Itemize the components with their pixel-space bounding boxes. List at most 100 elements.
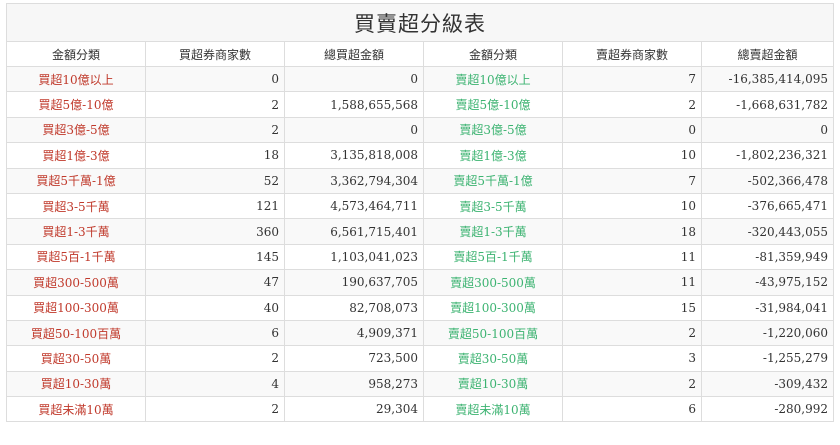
buy-broker-count-cell: 0 [145, 65, 285, 93]
buy-broker-count-cell: 145 [145, 243, 285, 271]
table-row: 買超300-500萬 47 190,637,705 賣超300-500萬 11 -43,9… [6, 269, 835, 296]
buy-total-cell: 4,573,464,711 [284, 192, 424, 220]
buy-broker-count-cell: 47 [145, 269, 285, 296]
sell-category-cell: 賣超3-5千萬 [423, 192, 563, 220]
buy-broker-count-cell: 2 [145, 396, 285, 423]
buy-total-cell: 190,637,705 [284, 269, 424, 296]
sell-broker-count-cell: 3 [562, 345, 702, 372]
sell-category-cell: 賣超30-50萬 [423, 345, 563, 372]
sell-broker-count-cell: 10 [562, 192, 702, 220]
sell-broker-count-cell: 7 [562, 167, 702, 194]
table-row: 買超5千萬-1億 52 3,362,794,304 賣超5千萬-1億 7 -502,366… [6, 167, 835, 194]
table-row: 買超3億-5億 2 0 賣超3億-5億 0 0 [6, 116, 835, 144]
sell-total-cell: -1,255,279 [700, 345, 835, 372]
sell-broker-count-cell: 10 [562, 142, 702, 169]
table-body: 買超10億以上 0 0 賣超10億以上 7 -16,385,414,095 買超5億-10億… [6, 65, 835, 423]
buy-category-cell: 買超3億-5億 [6, 116, 146, 144]
buy-broker-count-cell: 18 [145, 142, 285, 169]
sell-total-cell: -16,385,414,095 [700, 65, 835, 93]
table-row: 買超3-5千萬 121 4,573,464,711 賣超3-5千萬 10 -376,665… [6, 192, 835, 220]
buy-total-cell: 0 [284, 65, 424, 93]
buy-total-cell: 29,304 [284, 396, 424, 423]
header-sell-total: 總賣超金額 [700, 41, 835, 67]
sell-total-cell: -1,220,060 [700, 319, 835, 347]
sell-category-cell: 賣超未滿10萬 [423, 396, 563, 423]
buy-total-cell: 82,708,073 [284, 294, 424, 321]
sell-category-cell: 賣超1-3千萬 [423, 218, 563, 245]
buy-total-cell: 1,103,041,023 [284, 243, 424, 271]
sell-broker-count-cell: 6 [562, 396, 702, 423]
sell-total-cell: 0 [700, 116, 835, 144]
table-row: 買超1億-3億 18 3,135,818,008 賣超1億-3億 10 -1,802,23… [6, 142, 835, 169]
sell-broker-count-cell: 11 [562, 243, 702, 271]
header-buy-category: 金額分類 [6, 41, 146, 67]
buy-broker-count-cell: 2 [145, 345, 285, 372]
buy-broker-count-cell: 40 [145, 294, 285, 321]
buy-total-cell: 958,273 [284, 370, 424, 398]
sell-broker-count-cell: 2 [562, 319, 702, 347]
sell-category-cell: 賣超10億以上 [423, 65, 563, 93]
sell-broker-count-cell: 0 [562, 116, 702, 144]
buy-category-cell: 買超10億以上 [6, 65, 146, 93]
sell-category-cell: 賣超5千萬-1億 [423, 167, 563, 194]
buy-total-cell: 0 [284, 116, 424, 144]
sell-broker-count-cell: 2 [562, 91, 702, 118]
sell-total-cell: -320,443,055 [700, 218, 835, 245]
table-row: 買超100-300萬 40 82,708,073 賣超100-300萬 15 -31,98… [6, 294, 835, 321]
sell-broker-count-cell: 15 [562, 294, 702, 321]
header-sell-broker-count: 賣超券商家數 [562, 41, 702, 67]
buy-broker-count-cell: 121 [145, 192, 285, 220]
sell-category-cell: 賣超300-500萬 [423, 269, 563, 296]
buy-category-cell: 買超未滿10萬 [6, 396, 146, 423]
buy-broker-count-cell: 2 [145, 116, 285, 144]
buy-total-cell: 4,909,371 [284, 319, 424, 347]
header-buy-total: 總買超金額 [284, 41, 424, 67]
sell-broker-count-cell: 18 [562, 218, 702, 245]
sell-total-cell: -1,802,236,321 [700, 142, 835, 169]
buy-category-cell: 買超3-5千萬 [6, 192, 146, 220]
buy-total-cell: 6,561,715,401 [284, 218, 424, 245]
buy-category-cell: 買超100-300萬 [6, 294, 146, 321]
sell-broker-count-cell: 2 [562, 370, 702, 398]
sell-category-cell: 賣超10-30萬 [423, 370, 563, 398]
buy-category-cell: 買超5百-1千萬 [6, 243, 146, 271]
sell-total-cell: -280,992 [700, 396, 835, 423]
sell-total-cell: -31,984,041 [700, 294, 835, 321]
sell-broker-count-cell: 7 [562, 65, 702, 93]
sell-total-cell: -502,366,478 [700, 167, 835, 194]
sell-category-cell: 賣超100-300萬 [423, 294, 563, 321]
sell-category-cell: 賣超5億-10億 [423, 91, 563, 118]
table-row: 買超50-100百萬 6 4,909,371 賣超50-100百萬 2 -1,220,06… [6, 319, 835, 347]
buy-total-cell: 723,500 [284, 345, 424, 372]
buy-sell-tier-table: 買賣超分級表 金額分類 買超券商家數 總買超金額 金額分類 賣超券商家數 總賣超… [5, 3, 835, 423]
table-row: 買超5百-1千萬 145 1,103,041,023 賣超5百-1千萬 11 -81,35… [6, 243, 835, 271]
header-buy-broker-count: 買超券商家數 [145, 41, 285, 67]
buy-category-cell: 買超10-30萬 [6, 370, 146, 398]
buy-category-cell: 買超50-100百萬 [6, 319, 146, 347]
buy-broker-count-cell: 2 [145, 91, 285, 118]
sell-total-cell: -81,359,949 [700, 243, 835, 271]
table-row: 買超30-50萬 2 723,500 賣超30-50萬 3 -1,255,279 [6, 345, 835, 372]
header-sell-category: 金額分類 [423, 41, 563, 67]
table-row: 買超未滿10萬 2 29,304 賣超未滿10萬 6 -280,992 [6, 396, 835, 423]
table-row: 買超1-3千萬 360 6,561,715,401 賣超1-3千萬 18 -320,443… [6, 218, 835, 245]
buy-category-cell: 買超1億-3億 [6, 142, 146, 169]
sell-total-cell: -1,668,631,782 [700, 91, 835, 118]
buy-broker-count-cell: 6 [145, 319, 285, 347]
buy-broker-count-cell: 52 [145, 167, 285, 194]
sell-total-cell: -43,975,152 [700, 269, 835, 296]
buy-broker-count-cell: 4 [145, 370, 285, 398]
buy-sell-tier-table-container: 買賣超分級表 金額分類 買超券商家數 總買超金額 金額分類 賣超券商家數 總賣超… [5, 3, 835, 423]
buy-category-cell: 買超300-500萬 [6, 269, 146, 296]
sell-broker-count-cell: 11 [562, 269, 702, 296]
table-row: 買超5億-10億 2 1,588,655,568 賣超5億-10億 2 -1,668,63… [6, 91, 835, 118]
table-row: 買超10-30萬 4 958,273 賣超10-30萬 2 -309,432 [6, 370, 835, 398]
buy-category-cell: 買超30-50萬 [6, 345, 146, 372]
sell-category-cell: 賣超50-100百萬 [423, 319, 563, 347]
sell-category-cell: 賣超1億-3億 [423, 142, 563, 169]
sell-category-cell: 賣超5百-1千萬 [423, 243, 563, 271]
table-row: 買超10億以上 0 0 賣超10億以上 7 -16,385,414,095 [6, 65, 835, 93]
buy-category-cell: 買超5億-10億 [6, 91, 146, 118]
sell-total-cell: -376,665,471 [700, 192, 835, 220]
table-title: 買賣超分級表 [5, 3, 835, 42]
